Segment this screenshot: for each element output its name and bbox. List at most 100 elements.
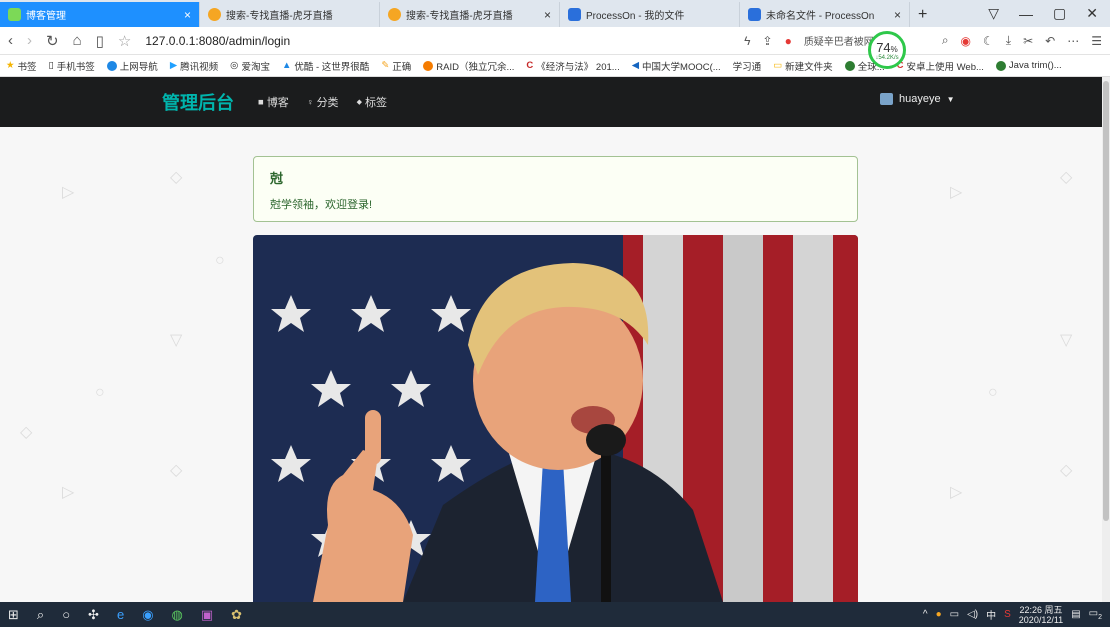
decoration-diamond: ◇ xyxy=(170,462,183,479)
home-icon[interactable]: ⌂ xyxy=(73,32,82,49)
browser-tab-0[interactable]: 博客管理 × xyxy=(0,2,200,27)
shield-icon[interactable]: ▽ xyxy=(988,5,999,22)
bookmark-item[interactable]: ▶ 腾讯视频 xyxy=(170,59,218,73)
new-tab-button[interactable]: + xyxy=(910,2,935,27)
scissors-icon[interactable]: ✂ xyxy=(1023,34,1033,48)
bookmark-item[interactable]: C 《经济与法》 201... xyxy=(526,59,619,73)
site-menu-bar: 管理后台 ◼ 博客 ♀ 分类 ◆ 标签 huayeye ▼ xyxy=(0,77,1102,127)
bookmark-item[interactable]: ◀ 中国大学MOOC(... xyxy=(632,59,721,73)
moon-icon[interactable]: ☾ xyxy=(983,34,994,48)
decoration-diamond: ◇ xyxy=(1060,462,1073,479)
speed-percent: 74 xyxy=(876,39,891,55)
play-icon: ▶ xyxy=(169,60,178,71)
tray-app-icon[interactable]: ● xyxy=(936,609,942,620)
username: huayeye xyxy=(899,93,941,105)
undo-icon[interactable]: ↶ xyxy=(1045,34,1055,48)
bookmark-item[interactable]: 学习通 xyxy=(733,59,762,73)
notification-icon[interactable]: ▭2 xyxy=(1089,608,1102,621)
ime-indicator[interactable]: 中 xyxy=(986,607,996,622)
decoration-triangle: ▷ xyxy=(62,484,75,501)
bookmark-item[interactable]: 上网导航 xyxy=(106,59,158,73)
chat-icon xyxy=(844,60,855,71)
success-message: 尅 尅学领袖，欢迎登录! xyxy=(253,156,858,222)
download-icon[interactable]: ⤓ xyxy=(1006,33,1011,48)
network-speed-gauge[interactable]: 74% ↓54.2K/s xyxy=(868,31,906,69)
menu-item-tags[interactable]: ◆ 标签 xyxy=(357,94,387,110)
cctv-icon: C xyxy=(526,60,534,71)
site-brand[interactable]: 管理后台 xyxy=(162,89,234,115)
bookmark-item[interactable]: ▯ 手机书签 xyxy=(49,59,95,73)
search-engine-icon[interactable]: ● xyxy=(785,34,792,48)
app-icon[interactable]: ✣ xyxy=(88,607,99,623)
task-view-icon[interactable]: ▤ xyxy=(1071,609,1080,620)
cortana-icon[interactable]: ○ xyxy=(62,607,70,622)
browser-tab-bar: 博客管理 × 搜索-专找直播-虎牙直播 搜索-专找直播-虎牙直播 × Proce… xyxy=(0,0,1110,27)
notification-count: 2 xyxy=(1098,614,1102,621)
lightning-icon[interactable]: ϟ xyxy=(744,34,750,48)
bookmark-item[interactable]: ▭ 新建文件夹 xyxy=(773,59,833,73)
page-scrollbar[interactable] xyxy=(1102,77,1110,602)
game-app-icon[interactable]: ✿ xyxy=(231,607,242,623)
close-icon[interactable]: × xyxy=(894,8,901,22)
monitor-icon[interactable]: ▭ xyxy=(950,609,959,620)
browser-icon[interactable]: ◉ xyxy=(142,607,153,623)
bookmark-item[interactable]: ✎ 正确 xyxy=(381,59,411,73)
url-input[interactable]: 127.0.0.1:8080/admin/login xyxy=(145,34,290,48)
decoration-circle: ○ xyxy=(988,384,998,401)
tab-label: 博客管理 xyxy=(26,11,66,22)
decoration-diamond: ◇ xyxy=(1060,169,1073,186)
back-icon[interactable]: ‹ xyxy=(8,32,13,49)
more-icon[interactable]: ⋯ xyxy=(1067,34,1079,48)
ie-icon[interactable]: e xyxy=(117,607,124,622)
close-icon[interactable]: × xyxy=(544,8,551,22)
browser-tab-1[interactable]: 搜索-专找直播-虎牙直播 xyxy=(200,2,380,27)
browser-tab-3[interactable]: ProcessOn - 我的文件 xyxy=(560,2,740,27)
scrollbar-thumb[interactable] xyxy=(1103,81,1109,521)
share-icon[interactable]: ⇪ xyxy=(763,34,773,48)
bookmark-item[interactable]: ◎ 爱淘宝 xyxy=(230,59,270,73)
maximize-icon[interactable]: ▢ xyxy=(1053,5,1066,22)
chevron-up-icon[interactable]: ^ xyxy=(923,609,928,620)
search-icon[interactable]: ⌕ xyxy=(942,33,949,48)
reader-icon[interactable]: ▯ xyxy=(96,32,104,50)
tab-label: 未命名文件 - ProcessOn xyxy=(766,11,875,22)
close-icon[interactable]: × xyxy=(184,8,191,22)
menu-icon[interactable]: ☰ xyxy=(1091,34,1102,48)
bookmark-item[interactable]: ▲ 优酷 - 这世界很酷 xyxy=(282,59,369,73)
close-window-icon[interactable]: ✕ xyxy=(1086,5,1098,22)
reload-icon[interactable]: ↻ xyxy=(46,32,59,50)
star-icon: ★ xyxy=(6,60,15,71)
star-icon[interactable]: ☆ xyxy=(118,32,131,50)
chrome-icon[interactable]: ◍ xyxy=(172,607,183,623)
clock[interactable]: 22:26 周五 2020/12/11 xyxy=(1019,605,1063,625)
user-dropdown[interactable]: huayeye ▼ xyxy=(880,93,955,105)
browser-tab-2[interactable]: 搜索-专找直播-虎牙直播 × xyxy=(380,2,560,27)
windows-taskbar: ⊞ ⌕ ○ ✣ e ◉ ◍ ▣ ✿ ^ ● ▭ ◁) 中 S 22:26 周五 … xyxy=(0,602,1110,627)
huya-icon xyxy=(208,8,221,21)
bookmark-item[interactable]: RAID（独立冗余... xyxy=(423,59,514,73)
minimize-icon[interactable]: — xyxy=(1019,6,1033,22)
search-icon[interactable]: ⌕ xyxy=(37,607,44,623)
bookmark-item[interactable]: C 安卓上使用 Web... xyxy=(897,59,984,73)
phone-icon: ▯ xyxy=(48,60,54,71)
menu-item-blog[interactable]: ◼ 博客 xyxy=(258,94,289,110)
bookmark-item[interactable]: ★ 书签 xyxy=(6,59,37,73)
onenote-icon[interactable]: ▣ xyxy=(201,607,213,623)
decoration-triangle: ▷ xyxy=(950,184,963,201)
sogou-ime-icon[interactable]: S xyxy=(1004,609,1011,620)
speed-unit: % xyxy=(890,44,898,54)
tab-label: 搜索-专找直播-虎牙直播 xyxy=(406,11,513,22)
forward-icon[interactable]: › xyxy=(27,32,32,49)
decoration-circle: ○ xyxy=(95,384,105,401)
leaf-icon xyxy=(8,8,21,21)
bookmark-item[interactable]: Java trim()... xyxy=(995,60,1062,71)
game-icon[interactable]: ◉ xyxy=(961,34,971,48)
browser-tab-4[interactable]: 未命名文件 - ProcessOn × xyxy=(740,2,910,27)
decoration-triangle: ▽ xyxy=(170,332,183,349)
speed-rate: ↓54.2K/s xyxy=(875,54,899,61)
address-bar-actions: ϟ ⇪ ● 质疑辛巴者被网暴 ⌕ ◉ ☾ ⤓ ✂ ↶ ⋯ ☰ xyxy=(744,33,1102,48)
avatar xyxy=(880,93,893,105)
volume-icon[interactable]: ◁) xyxy=(967,609,978,620)
windows-start-icon[interactable]: ⊞ xyxy=(8,607,19,623)
menu-item-category[interactable]: ♀ 分类 xyxy=(307,94,339,110)
